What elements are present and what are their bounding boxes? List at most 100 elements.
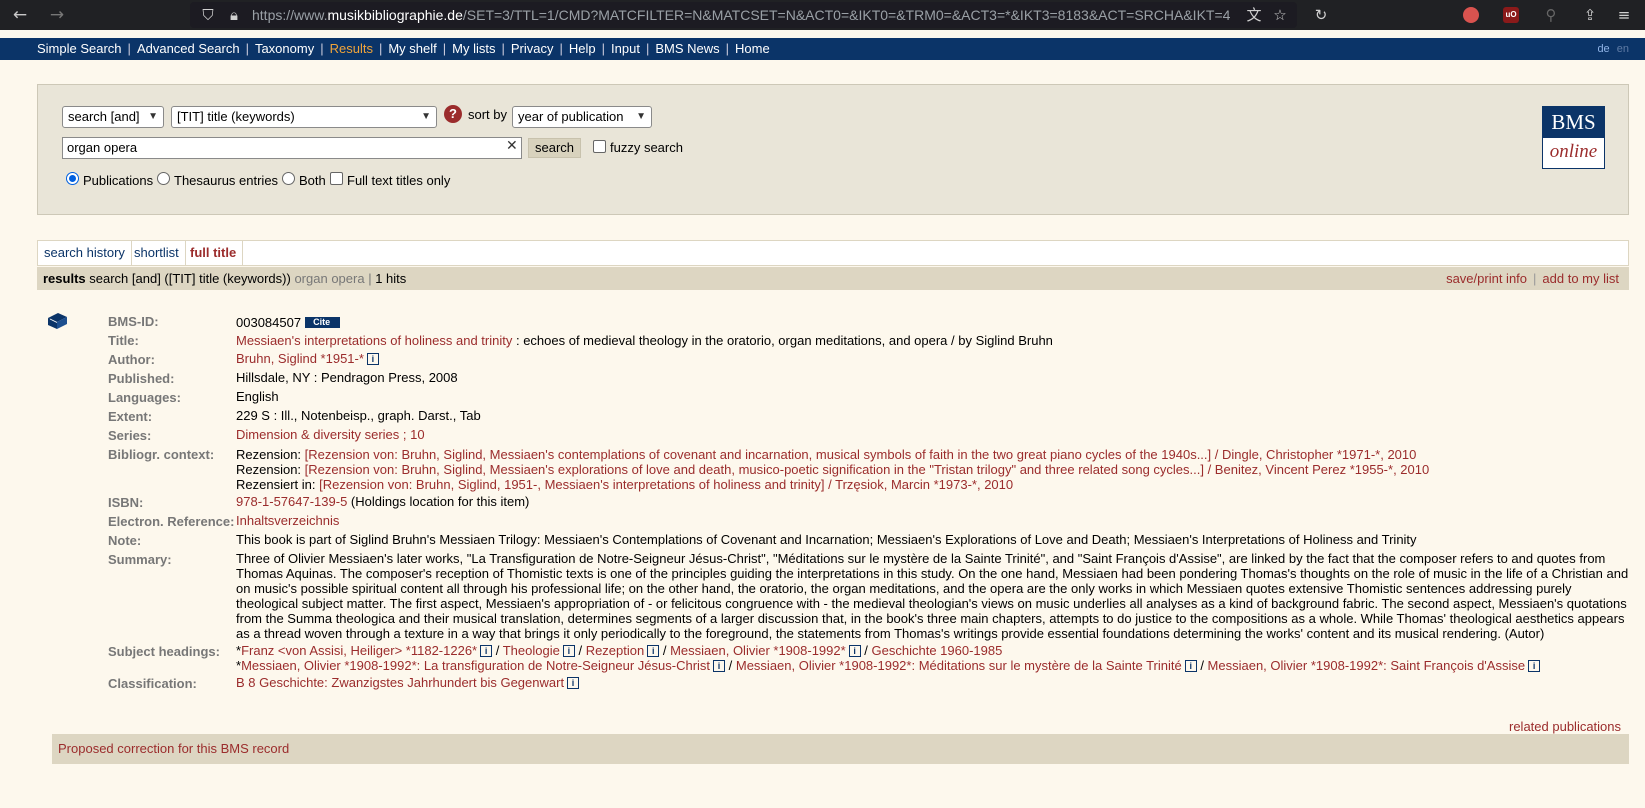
bms-online-logo[interactable]: BMS online (1542, 106, 1605, 169)
nav-item-taxonomy[interactable]: Taxonomy (255, 41, 314, 56)
isbn-link[interactable]: 978-1-57647-139-5 (236, 494, 347, 509)
help-icon[interactable]: ? (444, 105, 462, 123)
info-icon[interactable]: i (567, 677, 580, 689)
tab-search-history[interactable]: search history (38, 241, 132, 265)
subject-headings-line-1: *Franz <von Assisi, Heiliger> *1182-1226… (236, 643, 1002, 658)
tab-shortlist[interactable]: shortlist (128, 241, 186, 265)
nav-item-simple-search[interactable]: Simple Search (37, 41, 122, 56)
field-select-value: [TIT] title (keywords) (177, 109, 295, 124)
nav-item-results[interactable]: Results (330, 41, 373, 56)
subject-heading-link[interactable]: Messiaen, Olivier *1908-1992*: Méditatio… (736, 658, 1182, 673)
nav-item-my-lists[interactable]: My lists (452, 41, 495, 56)
results-hits: 1 hits (375, 271, 407, 286)
fuzzy-search-checkbox[interactable] (593, 140, 606, 153)
nav-separator: | (501, 41, 505, 56)
nav-separator: | (320, 41, 324, 56)
sort-select[interactable]: year of publication ▼ (512, 106, 652, 128)
nav-item-my-shelf[interactable]: My shelf (388, 41, 436, 56)
author-link[interactable]: Bruhn, Siglind *1951-* (236, 351, 364, 366)
search-panel: search [and] ▼ [TIT] title (keywords) ▼ ? … (37, 84, 1629, 215)
nav-item-advanced-search[interactable]: Advanced Search (137, 41, 240, 56)
logo-top-text: BMS (1543, 107, 1604, 138)
clear-input-icon[interactable]: ✕ (506, 138, 518, 154)
value-title: Messiaen's interpretations of holiness a… (236, 333, 1053, 348)
label-summary: Summary: (108, 552, 172, 567)
subject-heading-link[interactable]: Franz <von Assisi, Heiliger> *1182-1226* (241, 643, 477, 658)
info-icon[interactable]: i (562, 645, 575, 657)
scope-radio-publications[interactable] (66, 172, 79, 185)
top-nav-items: Simple Search | Advanced Search | Taxonomy | R… (37, 38, 770, 60)
nav-item-home[interactable]: Home (735, 41, 770, 56)
lang-de-link[interactable]: de (1597, 43, 1609, 55)
proposed-correction-link[interactable]: Proposed correction for this BMS record (58, 741, 289, 756)
shield-icon[interactable]: ⛉ (198, 5, 218, 25)
fulltext-only-label: Full text titles only (347, 173, 451, 188)
save-print-link[interactable]: save/print info (1446, 271, 1527, 286)
related-publications-link[interactable]: related publications (1509, 719, 1621, 734)
address-bar[interactable]: ⛉ 🔒︎ https://www.musikbibliographie.de/S… (190, 2, 1297, 28)
subject-heading-link[interactable]: Messiaen, Olivier *1908-1992*: La transf… (241, 658, 710, 673)
reload-icon[interactable]: ↻ (1311, 5, 1331, 25)
field-select[interactable]: [TIT] title (keywords) ▼ (171, 106, 437, 128)
info-icon[interactable]: i (480, 645, 493, 657)
isbn-holdings: (Holdings location for this item) (347, 494, 530, 509)
info-icon[interactable]: i (366, 353, 379, 365)
subject-separator: / (574, 643, 586, 658)
value-author: Bruhn, Siglind *1951-* i (236, 351, 379, 366)
bms-id-number: 003084507 (236, 315, 302, 330)
proposed-correction-bar: Proposed correction for this BMS record (52, 734, 1629, 764)
back-arrow-icon[interactable]: ← (9, 4, 31, 26)
menu-hamburger-icon[interactable]: ≡ (1614, 5, 1634, 25)
extension-blocker-icon[interactable] (1463, 7, 1479, 23)
label-subject-headings: Subject headings: (108, 644, 220, 659)
context-review-link-3[interactable]: [Rezension von: Bruhn, Siglind, 1951-, M… (319, 477, 1013, 492)
results-query-desc: search [and] ([TIT] title (keywords)) (89, 271, 291, 286)
operator-select-value: search [and] (68, 109, 140, 124)
extension-puzzle-icon[interactable]: ⚲ (1541, 5, 1561, 25)
scope-radio-both[interactable] (282, 172, 295, 185)
context-prefix: Rezension: (236, 462, 305, 477)
nav-item-bms-news[interactable]: BMS News (655, 41, 719, 56)
url-text[interactable]: https://www.musikbibliographie.de/SET=3/… (252, 2, 1232, 28)
label-bms-id: BMS-ID: (108, 314, 159, 329)
electron-reference-link[interactable]: Inhaltsverzeichnis (236, 513, 339, 528)
subject-heading-link[interactable]: Geschichte 1960-1985 (872, 643, 1003, 658)
info-icon[interactable]: i (848, 645, 861, 657)
series-link[interactable]: Dimension & diversity series ; 10 (236, 427, 425, 442)
subject-heading-link[interactable]: Messiaen, Olivier *1908-1992*: Saint Fra… (1208, 658, 1526, 673)
subject-heading-link[interactable]: Theologie (503, 643, 560, 658)
fulltext-only-checkbox[interactable] (330, 172, 343, 185)
info-icon[interactable]: i (1184, 660, 1197, 672)
lang-en-link[interactable]: en (1617, 43, 1629, 55)
chevron-down-icon: ▼ (636, 111, 646, 122)
label-classification: Classification: (108, 676, 197, 691)
scope-radio-thesaurus[interactable] (157, 172, 170, 185)
operator-select[interactable]: search [and] ▼ (62, 106, 164, 128)
info-icon[interactable]: i (647, 645, 660, 657)
info-icon[interactable]: i (1528, 660, 1541, 672)
nav-item-help[interactable]: Help (569, 41, 596, 56)
tab-full-title[interactable]: full title (184, 241, 244, 265)
classification-link[interactable]: B 8 Geschichte: Zwanzigstes Jahrhundert … (236, 675, 564, 690)
ublock-icon[interactable]: uO (1503, 7, 1519, 23)
lock-icon[interactable]: 🔒︎ (224, 5, 244, 25)
label-isbn: ISBN: (108, 495, 144, 510)
search-button[interactable]: search (528, 138, 582, 158)
translate-icon[interactable]: 文 (1244, 5, 1264, 25)
title-link[interactable]: Messiaen's interpretations of holiness a… (236, 333, 512, 348)
context-review-link-1[interactable]: [Rezension von: Bruhn, Siglind, Messiaen… (305, 447, 1417, 462)
label-author: Author: (108, 352, 155, 367)
nav-item-input[interactable]: Input (611, 41, 640, 56)
add-to-list-link[interactable]: add to my list (1542, 271, 1619, 286)
share-icon[interactable]: ⇪ (1580, 5, 1600, 25)
context-review-link-2[interactable]: [Rezension von: Bruhn, Siglind, Messiaen… (305, 462, 1430, 477)
subject-heading-link[interactable]: Rezeption (586, 643, 645, 658)
nav-item-privacy[interactable]: Privacy (511, 41, 554, 56)
value-languages: English (236, 389, 279, 404)
bookmark-star-icon[interactable]: ☆ (1270, 5, 1290, 25)
subject-heading-link[interactable]: Messiaen, Olivier *1908-1992* (670, 643, 846, 658)
info-icon[interactable]: i (713, 660, 726, 672)
cite-button[interactable]: Cite (305, 317, 341, 328)
forward-arrow-icon[interactable]: → (46, 4, 68, 26)
search-input[interactable]: organ opera (62, 137, 522, 159)
